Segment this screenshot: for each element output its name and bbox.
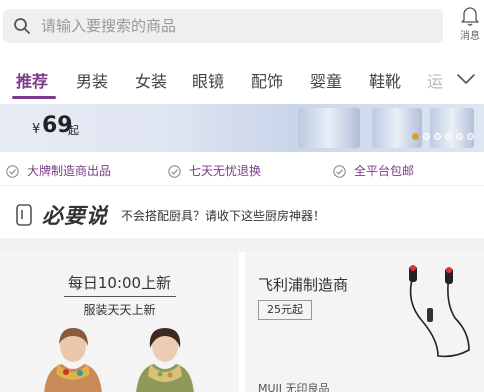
tab-eyewear[interactable]: 眼镜 xyxy=(192,68,224,92)
manufacturer-card[interactable]: 飞利浦制造商 25元起 MUJI 无印良品 xyxy=(245,252,484,392)
card-price-tag: 25元起 xyxy=(258,300,312,320)
banner-price-unit: 起 xyxy=(68,124,79,137)
search-placeholder[interactable]: 请输入要搜索的商品 xyxy=(41,17,176,35)
tab-recommend[interactable]: 推荐 xyxy=(16,68,48,92)
card-footer: MUJI 无印良品 xyxy=(258,382,330,392)
section-divider xyxy=(0,238,484,252)
top-bar: 请输入要搜索的商品 消息 xyxy=(0,0,484,52)
must-say-row[interactable]: 必要说 不会搭配厨具？请收下这些厨房神器！ xyxy=(0,194,484,234)
product-image xyxy=(430,108,474,148)
card-subtitle: 服装天天上新 xyxy=(83,303,156,317)
promo-banner[interactable]: ¥ 69 起 xyxy=(0,104,484,152)
search-bar[interactable]: 请输入要搜索的商品 xyxy=(3,9,443,43)
guarantee-item: 大牌制造商出品 xyxy=(6,162,111,179)
guarantee-item: 全平台包邮 xyxy=(333,162,414,179)
banner-currency: ¥ xyxy=(32,122,41,137)
check-circle-icon xyxy=(6,165,19,178)
carousel-dot[interactable] xyxy=(445,133,452,140)
check-circle-icon xyxy=(333,165,346,178)
carousel-dot[interactable] xyxy=(423,133,430,140)
check-circle-icon xyxy=(168,165,181,178)
guarantee-item: 七天无忧退换 xyxy=(168,162,261,179)
product-image xyxy=(298,108,360,148)
search-icon xyxy=(14,18,30,34)
new-arrivals-card[interactable]: 每日10:00上新 服装天天上新 xyxy=(0,252,239,392)
card-title: 飞利浦制造商 xyxy=(258,276,349,294)
tab-womenswear[interactable]: 女装 xyxy=(135,68,167,92)
must-say-title: 必要说 xyxy=(42,204,108,228)
carousel-dot[interactable] xyxy=(434,133,441,140)
active-tab-indicator xyxy=(12,96,56,99)
message-label: 消息 xyxy=(460,31,480,42)
category-tabs: 推荐 男装 女装 眼镜 配饰 婴童 鞋靴 运 xyxy=(0,58,484,102)
guarantee-label: 全平台包邮 xyxy=(354,164,415,178)
card-title: 每日10:00上新 xyxy=(67,274,172,292)
divider xyxy=(64,296,176,297)
guarantee-bar: 大牌制造商出品 七天无忧退换 全平台包邮 xyxy=(0,156,484,186)
tab-accessories[interactable]: 配饰 xyxy=(251,68,283,92)
message-button[interactable]: 消息 xyxy=(456,6,484,42)
product-image xyxy=(372,108,422,148)
carousel-dot[interactable] xyxy=(456,133,463,140)
guarantee-label: 大牌制造商出品 xyxy=(27,164,112,178)
guarantee-label: 七天无忧退换 xyxy=(189,164,262,178)
must-say-text: 不会搭配厨具？请收下这些厨房神器！ xyxy=(121,209,326,223)
model-image xyxy=(44,328,102,392)
bell-icon xyxy=(461,7,479,26)
tab-shoes[interactable]: 鞋靴 xyxy=(369,68,401,92)
carousel-dot[interactable] xyxy=(412,133,419,140)
chevron-down-icon[interactable] xyxy=(456,72,476,86)
tab-baby[interactable]: 婴童 xyxy=(310,68,342,92)
carousel-dot[interactable] xyxy=(467,133,474,140)
tab-sports[interactable]: 运 xyxy=(427,68,443,92)
model-image xyxy=(136,328,194,392)
document-icon xyxy=(16,204,32,226)
tab-menswear[interactable]: 男装 xyxy=(76,68,108,92)
earphones-image xyxy=(409,265,470,358)
